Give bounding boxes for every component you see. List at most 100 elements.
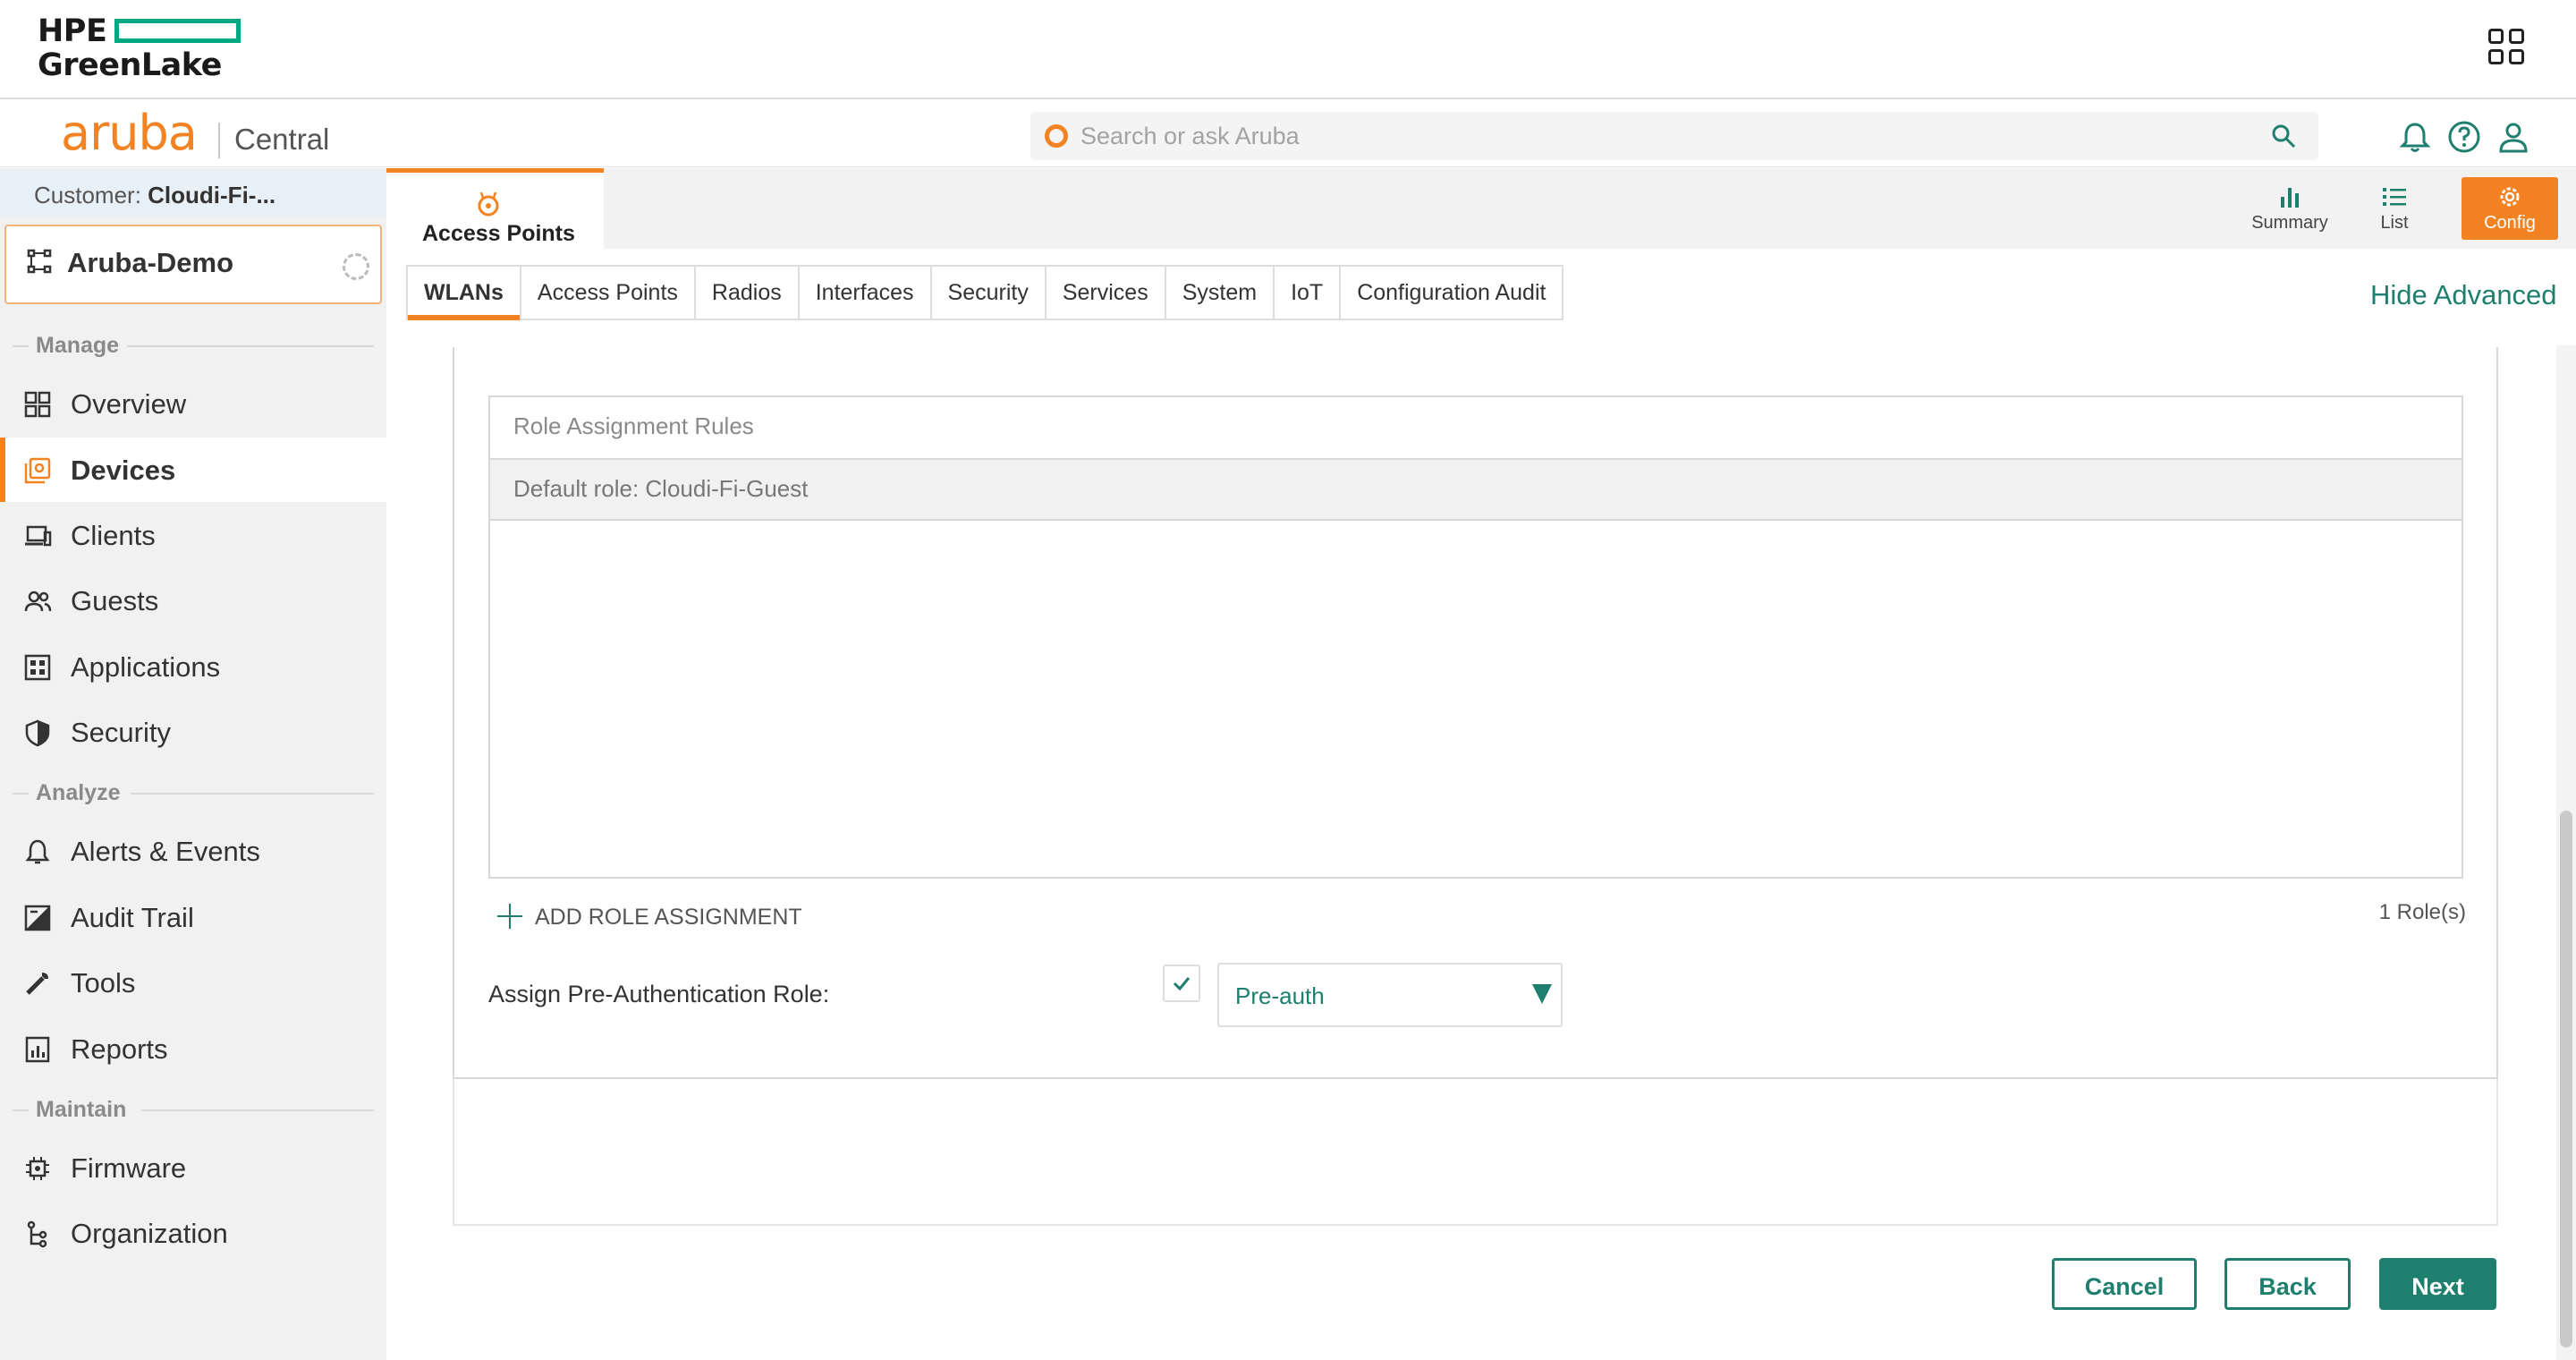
aruba-logo[interactable]: aruba <box>61 108 198 158</box>
wrench-icon <box>26 973 48 995</box>
view-config-button[interactable]: Config <box>2462 177 2558 240</box>
nav-alerts-events[interactable]: Alerts & Events <box>0 819 386 883</box>
app-grid-icon[interactable] <box>2488 29 2524 64</box>
next-button[interactable]: Next <box>2379 1258 2496 1310</box>
divider <box>131 793 374 795</box>
tab-configuration-audit[interactable]: Configuration Audit <box>1341 267 1562 319</box>
tab-access-points[interactable]: Access Points <box>521 267 696 319</box>
sidebar: Customer: Cloudi-Fi-... Aruba-Demo Manag… <box>0 168 386 1360</box>
aruba-assistant-icon <box>1045 124 1068 148</box>
aruba-header: aruba Central Search or ask Aruba <box>0 99 2576 167</box>
nav-label: Reports <box>71 1033 168 1065</box>
nav-label: Devices <box>71 455 176 486</box>
section-maintain: Maintain <box>36 1097 127 1122</box>
divider <box>141 1109 374 1111</box>
device-type-tab[interactable]: Access Points <box>386 168 604 249</box>
apps-icon <box>24 654 51 681</box>
tab-radios[interactable]: Radios <box>696 267 800 319</box>
add-role-assignment-button[interactable]: ADD ROLE ASSIGNMENT <box>497 904 802 931</box>
nav-label: Tools <box>71 967 136 999</box>
org-icon <box>27 1220 47 1248</box>
bell-icon[interactable] <box>2397 119 2433 155</box>
hpe-greenlake-logo[interactable]: HPE GreenLake <box>38 14 241 83</box>
nav-reports[interactable]: Reports <box>0 1016 386 1081</box>
nav-label: Guests <box>71 585 159 616</box>
help-icon[interactable] <box>2446 119 2482 155</box>
view-list-button[interactable]: List <box>2354 177 2435 240</box>
view-label: List <box>2380 213 2409 233</box>
pre-auth-role-label: Assign Pre-Authentication Role: <box>488 981 830 1007</box>
laptop-icon <box>25 525 52 547</box>
nav-security[interactable]: Security <box>0 700 386 764</box>
tab-wlans[interactable]: WLANs <box>408 267 521 320</box>
pre-auth-role-select[interactable]: Pre-auth <box>1217 963 1563 1027</box>
back-button[interactable]: Back <box>2224 1258 2351 1310</box>
panel-footer-area <box>453 1079 2498 1226</box>
customer-label: Customer: <box>34 182 141 208</box>
tab-services[interactable]: Services <box>1046 267 1166 319</box>
select-value: Pre-auth <box>1235 982 1325 1009</box>
device-type-label: Access Points <box>422 221 575 246</box>
plus-icon <box>497 904 522 929</box>
hpe-logo-rect <box>114 19 241 43</box>
divider <box>13 793 29 795</box>
config-subtabs: WLANs Access Points Radios Interfaces Se… <box>406 265 1564 320</box>
role-assignment-table: Role Assignment Rules Default role: Clou… <box>488 395 2463 879</box>
hide-advanced-link[interactable]: Hide Advanced <box>2370 279 2557 311</box>
nav-clients[interactable]: Clients <box>0 503 386 567</box>
section-manage: Manage <box>36 333 120 358</box>
cancel-button[interactable]: Cancel <box>2052 1258 2197 1310</box>
table-header: Role Assignment Rules <box>490 397 2462 460</box>
bell-icon <box>25 839 50 864</box>
nav-label: Applications <box>71 651 221 683</box>
gear-icon <box>2500 187 2520 207</box>
nav-overview[interactable]: Overview <box>0 371 386 436</box>
role-count: 1 Role(s) <box>2378 900 2466 924</box>
greenlake-header: HPE GreenLake <box>0 0 2576 99</box>
customer-name: Cloudi-Fi-... <box>148 182 276 208</box>
report-icon <box>25 1036 50 1063</box>
search-placeholder: Search or ask Aruba <box>1080 123 1300 149</box>
user-icon[interactable] <box>2496 119 2531 155</box>
tab-security[interactable]: Security <box>932 267 1046 319</box>
divider <box>13 345 29 347</box>
search-input[interactable]: Search or ask Aruba <box>1030 112 2318 160</box>
people-icon <box>24 591 52 612</box>
table-row[interactable]: Default role: Cloudi-Fi-Guest <box>490 460 2462 521</box>
audit-icon <box>24 905 51 931</box>
list-icon <box>2383 188 2406 206</box>
chip-icon <box>26 1157 49 1180</box>
nav-label: Alerts & Events <box>71 836 260 867</box>
tab-iot[interactable]: IoT <box>1275 267 1342 319</box>
device-strip: Access Points Summary List Config <box>386 168 2576 249</box>
checkmark-icon <box>1173 977 1191 991</box>
nav-organization[interactable]: Organization <box>0 1201 386 1265</box>
nav-guests[interactable]: Guests <box>0 568 386 633</box>
search-icon[interactable] <box>2270 123 2297 149</box>
bar-chart-icon <box>2281 188 2299 208</box>
pre-auth-checkbox[interactable] <box>1163 965 1200 1002</box>
access-point-icon <box>478 191 499 217</box>
group-name: Aruba-Demo <box>67 247 234 278</box>
nav-label: Security <box>71 717 171 748</box>
nav-label: Audit Trail <box>71 902 194 933</box>
nav-tools[interactable]: Tools <box>0 950 386 1015</box>
nav-audit-trail[interactable]: Audit Trail <box>0 885 386 949</box>
logo-divider <box>218 123 220 158</box>
divider <box>127 345 374 347</box>
scrollbar[interactable] <box>2556 345 2576 1360</box>
tab-interfaces[interactable]: Interfaces <box>800 267 932 319</box>
loading-spinner-icon <box>343 253 369 280</box>
view-label: Summary <box>2251 213 2328 233</box>
nav-label: Overview <box>71 388 187 420</box>
view-summary-button[interactable]: Summary <box>2245 177 2334 240</box>
group-selector[interactable]: Aruba-Demo <box>4 225 382 304</box>
nav-devices[interactable]: Devices <box>0 438 386 502</box>
customer-context[interactable]: Customer: Cloudi-Fi-... <box>0 168 386 217</box>
nav-firmware[interactable]: Firmware <box>0 1135 386 1200</box>
scroll-thumb[interactable] <box>2560 811 2572 1347</box>
nav-label: Organization <box>71 1218 228 1249</box>
logo-line2: GreenLake <box>38 47 222 83</box>
tab-system[interactable]: System <box>1166 267 1275 319</box>
nav-applications[interactable]: Applications <box>0 634 386 699</box>
